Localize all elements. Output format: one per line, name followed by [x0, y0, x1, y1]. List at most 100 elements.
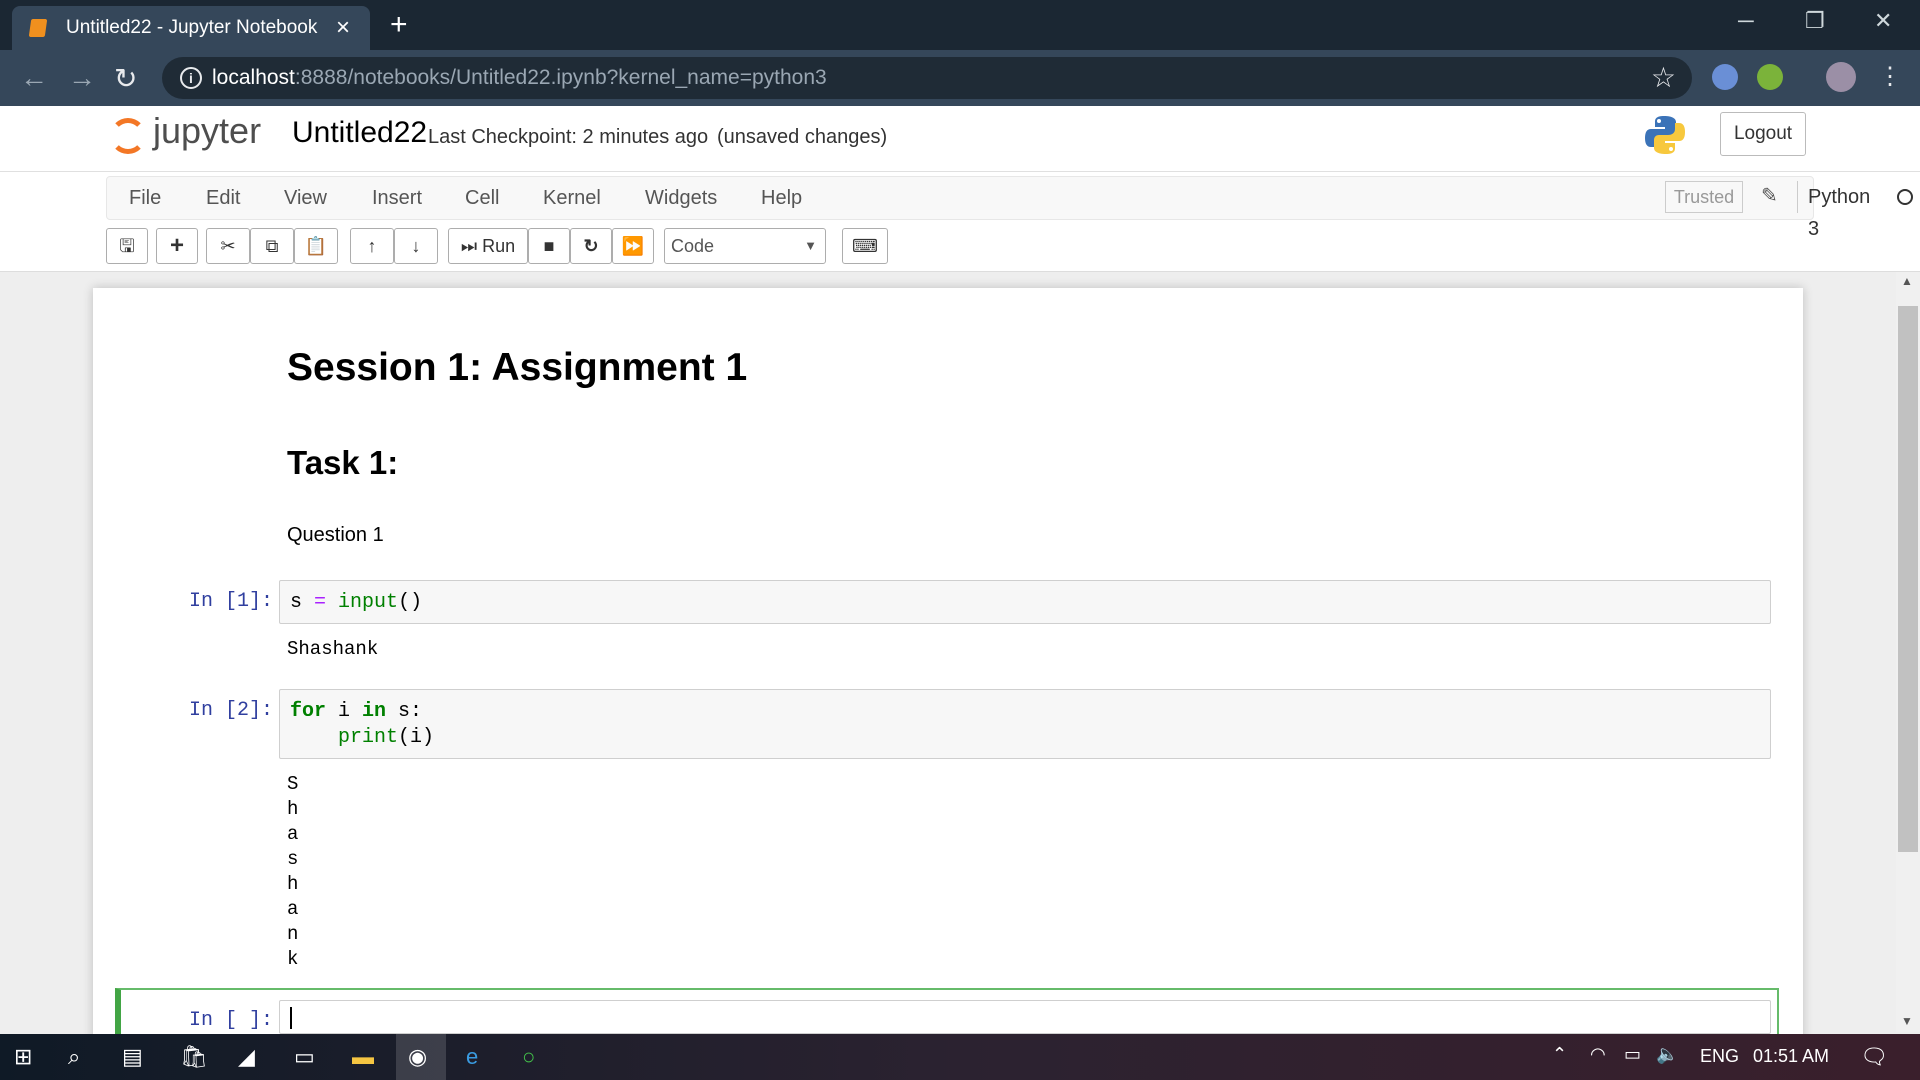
app-ring-icon[interactable]: ○ [522, 1044, 535, 1070]
site-info-icon[interactable]: i [180, 67, 202, 89]
restart-run-all-button[interactable]: ⏩ [612, 228, 654, 264]
plus-icon: + [169, 232, 184, 259]
browser-tab[interactable]: Untitled22 - Jupyter Notebook × [12, 6, 370, 50]
kernel-name: Python 3 [1797, 181, 1870, 240]
file-explorer-icon[interactable]: ▬ [352, 1044, 374, 1070]
close-window-icon[interactable]: ✕ [1874, 8, 1892, 34]
close-tab-icon[interactable]: × [336, 14, 350, 42]
markdown-heading-title: Session 1: Assignment 1 [287, 346, 748, 389]
menu-insert[interactable]: Insert [372, 187, 422, 210]
cell-output: Shashank [287, 638, 379, 660]
kernel-idle-icon [1897, 189, 1913, 205]
autosave-status: (unsaved changes) [717, 126, 888, 148]
restart-button[interactable]: ↻ [570, 228, 612, 264]
checkpoint-status: Last Checkpoint: 2 minutes ago [428, 126, 709, 148]
markdown-heading-task: Task 1: [287, 444, 399, 481]
keyboard-icon: ⌨ [852, 236, 878, 256]
forward-icon[interactable]: → [68, 62, 96, 94]
back-icon[interactable]: ← [20, 62, 48, 94]
cell-prompt: In [ ]: [189, 1009, 274, 1032]
run-label: Run [482, 236, 516, 256]
save-icon: 🖫 [119, 236, 135, 256]
fast-forward-icon: ⏩ [621, 236, 645, 256]
insert-cell-button[interactable]: + [156, 228, 198, 264]
cell-type-value: Code [671, 236, 715, 256]
interrupt-button[interactable]: ■ [528, 228, 570, 264]
app-icon[interactable]: ◢ [238, 1044, 255, 1070]
battery-icon[interactable]: ▭ [1624, 1044, 1641, 1065]
edge-icon[interactable]: e [466, 1044, 478, 1070]
restore-icon[interactable]: ❐ [1805, 8, 1825, 34]
code-cell-input[interactable]: s = input() [279, 580, 1771, 624]
jupyter-logo-text[interactable]: jupyter [153, 110, 261, 152]
menu-help[interactable]: Help [761, 187, 802, 210]
bookmark-star-icon[interactable]: ☆ [1651, 61, 1676, 94]
address-bar-row: ← → ↻ i localhost:8888/notebooks/Untitle… [0, 50, 1920, 106]
extension-icon[interactable] [1757, 64, 1783, 90]
chrome-icon[interactable]: ◉ [408, 1044, 427, 1070]
copy-icon: ⧉ [265, 236, 279, 256]
logout-button[interactable]: Logout [1720, 112, 1806, 156]
scrollbar-thumb[interactable] [1898, 306, 1918, 852]
markdown-question: Question 1 [287, 524, 384, 546]
terminal-icon[interactable]: ▭ [294, 1044, 315, 1070]
volume-icon[interactable]: 🔈 [1656, 1044, 1678, 1065]
code-line: for i in s: [290, 700, 423, 723]
search-icon[interactable]: ⌕ [68, 1044, 80, 1070]
code-line: print(i) [338, 726, 435, 749]
language-indicator[interactable]: ENG [1700, 1046, 1739, 1067]
cell-type-select[interactable]: Code ▼ [664, 228, 826, 264]
move-up-button[interactable]: ↑ [350, 228, 394, 264]
url-path: :8888/notebooks/Untitled22.ipynb?kernel_… [294, 66, 827, 89]
profile-avatar[interactable] [1826, 62, 1856, 92]
step-forward-icon: ⏭ [460, 236, 478, 256]
menu-cell[interactable]: Cell [465, 187, 499, 210]
run-button[interactable]: ⏭ Run [448, 228, 528, 264]
task-view-icon[interactable]: ▤ [122, 1044, 143, 1070]
new-tab-icon[interactable]: + [390, 8, 408, 42]
menu-widgets[interactable]: Widgets [645, 187, 717, 210]
edit-mode-pencil-icon: ✎ [1761, 185, 1778, 207]
browser-tab-bar: Untitled22 - Jupyter Notebook × + ─ ❐ ✕ [0, 0, 1920, 50]
code-line: s = input() [290, 591, 423, 614]
scroll-up-icon[interactable]: ▲ [1901, 274, 1913, 288]
reload-icon[interactable]: ↻ [114, 62, 137, 95]
url-field[interactable]: i localhost:8888/notebooks/Untitled22.ip… [162, 57, 1692, 99]
clock[interactable]: 01:51 AM [1753, 1046, 1829, 1067]
store-icon[interactable]: 🛍 [180, 1044, 208, 1070]
scroll-down-icon[interactable]: ▼ [1901, 1014, 1913, 1028]
paste-icon: 📋 [304, 236, 328, 256]
notebook-container [93, 288, 1803, 1080]
code-cell-input[interactable] [279, 1000, 1771, 1034]
jupyter-logo-icon[interactable] [110, 118, 146, 154]
menu-file[interactable]: File [129, 187, 161, 210]
cut-button[interactable]: ✂ [206, 228, 250, 264]
windows-taskbar: ⊞ ⌕ ▤ 🛍 ◢ ▭ ▬ ◉ e ○ ⌃ ◠ ▭ 🔈 ENG 01:51 AM… [0, 1034, 1920, 1080]
python-logo-icon [1645, 116, 1685, 154]
text-cursor [290, 1007, 292, 1029]
tab-title: Untitled22 - Jupyter Notebook [66, 17, 318, 38]
jupyter-header: jupyter Untitled22 Last Checkpoint: 2 mi… [0, 106, 1920, 172]
minimize-icon[interactable]: ─ [1738, 8, 1754, 34]
wifi-icon[interactable]: ◠ [1590, 1044, 1606, 1065]
menu-kernel[interactable]: Kernel [543, 187, 601, 210]
move-down-button[interactable]: ↓ [394, 228, 438, 264]
trusted-indicator[interactable]: Trusted [1665, 181, 1743, 213]
url-host: localhost [212, 66, 295, 89]
copy-button[interactable]: ⧉ [250, 228, 294, 264]
save-button[interactable]: 🖫 [106, 228, 148, 264]
command-palette-button[interactable]: ⌨ [842, 228, 888, 264]
show-hidden-icons-chevron-up-icon[interactable]: ⌃ [1552, 1044, 1567, 1065]
menu-edit[interactable]: Edit [206, 187, 240, 210]
browser-menu-icon[interactable]: ⋮ [1878, 62, 1902, 91]
arrow-up-icon: ↑ [367, 236, 377, 256]
arrow-down-icon: ↓ [411, 236, 421, 256]
paste-button[interactable]: 📋 [294, 228, 338, 264]
extension-icon[interactable] [1712, 64, 1738, 90]
notification-icon[interactable]: 🗨 [1860, 1044, 1888, 1070]
cell-output: S h a s h a n k [287, 773, 299, 970]
notebook-name[interactable]: Untitled22 [292, 116, 427, 150]
code-cell-input[interactable]: for i in s: print(i) [279, 689, 1771, 759]
menu-view[interactable]: View [284, 187, 327, 210]
windows-start-icon[interactable]: ⊞ [14, 1044, 32, 1070]
